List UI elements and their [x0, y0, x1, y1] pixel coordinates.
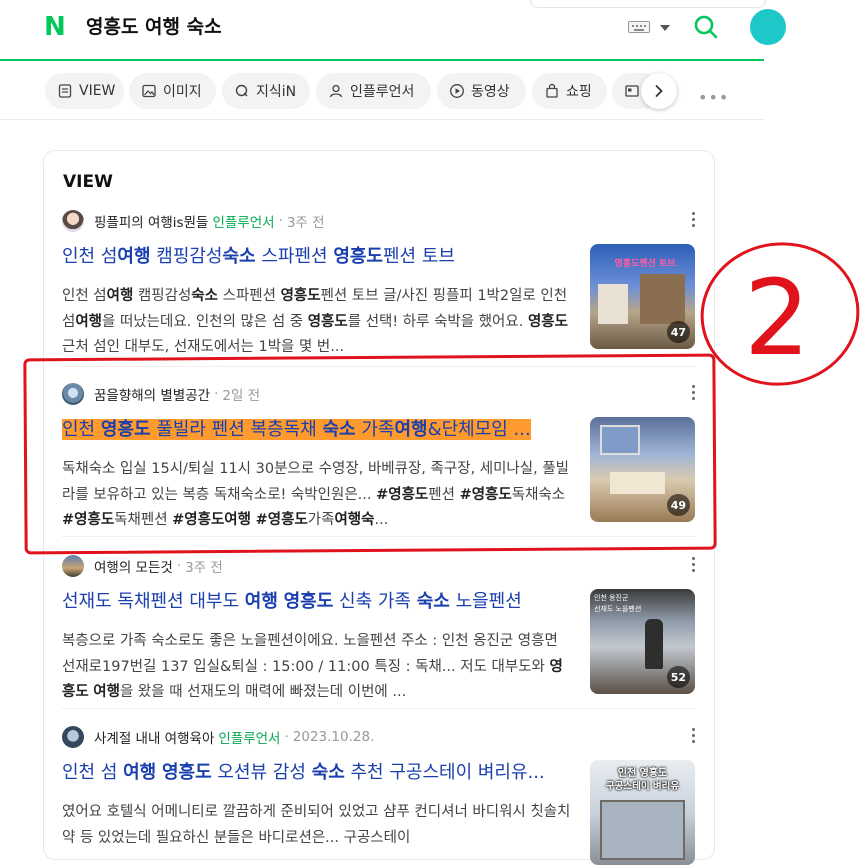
result-item-1: 핑플피의 여행is뭔들 인플루언서 · 3주 전 인천 섬여행 캠핑감성숙소 스…	[62, 210, 696, 360]
q-icon	[235, 84, 248, 97]
separator-dot: ·	[278, 213, 283, 229]
avatar[interactable]	[62, 726, 84, 748]
tab-images[interactable]: 이미지	[129, 73, 216, 109]
divider	[62, 708, 696, 709]
top-bar: N 영흥도 여행 숙소	[0, 0, 864, 60]
tab-label: 지식iN	[256, 84, 297, 100]
annotation-label: 2	[744, 257, 810, 379]
tabs-next-button[interactable]	[641, 73, 677, 109]
result-title[interactable]: 인천 섬여행 캠핑감성숙소 스파펜션 영흥도펜션 토브	[62, 244, 574, 270]
result-thumbnail[interactable]: 영흥도펜션 토브 47	[590, 244, 695, 349]
result-title[interactable]: 선재도 독채펜션 대부도 여행 영흥도 신축 가족 숙소 노을펜션	[62, 589, 574, 615]
naver-logo[interactable]: N	[44, 14, 70, 40]
influencer-badge: 인플루언서	[218, 731, 281, 747]
more-horizontal-icon[interactable]: •••	[698, 88, 729, 107]
separator-dot: ·	[284, 729, 289, 745]
tab-shopping[interactable]: 쇼핑	[532, 73, 607, 109]
result-snippet: 복층으로 가족 숙소로도 좋은 노을펜션이에요. 노을펜션 주소 : 인천 옹진…	[62, 633, 563, 700]
influencer-badge: 인플루언서	[212, 215, 275, 231]
play-icon	[450, 84, 464, 98]
tab-label: 이미지	[163, 84, 202, 100]
result-snippet: 였어요 호텔식 어메니티로 깔끔하게 준비되어 있었고 샴푸 컨디셔너 바디워시…	[62, 804, 571, 846]
document-icon	[58, 84, 72, 98]
person-icon	[329, 84, 343, 98]
result-meta: 핑플피의 여행is뭔들 인플루언서 · 3주 전	[62, 210, 325, 232]
search-query[interactable]: 영흥도 여행 숙소	[86, 14, 222, 40]
author-name[interactable]: 사계절 내내 여행육아	[94, 727, 214, 747]
tab-influencer[interactable]: 인플루언서	[316, 73, 431, 109]
tab-view[interactable]: VIEW	[45, 73, 124, 109]
post-time: 3주 전	[286, 215, 325, 231]
more-vertical-icon[interactable]	[692, 728, 696, 744]
thumbnail-caption: 인천 영흥도	[617, 768, 668, 779]
more-vertical-icon[interactable]	[692, 557, 696, 573]
result-item-4: 사계절 내내 여행육아 인플루언서 · 2023.10.28. 인천 섬 여행 …	[62, 726, 696, 865]
tabs-divider	[0, 119, 764, 120]
image-count-badge: 47	[666, 321, 690, 343]
avatar[interactable]	[62, 555, 84, 577]
result-meta: 여행의 모든것 · 3주 전	[62, 555, 223, 577]
thumbnail-caption: 선재도 노을펜션	[594, 605, 642, 613]
avatar[interactable]	[62, 210, 84, 232]
author-name[interactable]: 핑플피의 여행is뭔들	[94, 211, 208, 231]
author-name[interactable]: 여행의 모든것	[94, 556, 173, 576]
result-thumbnail[interactable]: 인천 영흥도 구공스테이 벼리유	[590, 760, 695, 865]
annotation-number-circle: 2	[700, 242, 860, 386]
image-count-badge: 52	[666, 666, 690, 688]
tab-kin[interactable]: 지식iN	[222, 73, 310, 109]
thumbnail-caption: 구공스테이 벼리유	[605, 781, 680, 792]
post-time: 2023.10.28.	[292, 729, 375, 745]
result-meta: 사계절 내내 여행육아 인플루언서 · 2023.10.28.	[62, 726, 374, 748]
image-icon	[142, 84, 156, 98]
chevron-down-icon[interactable]	[660, 25, 670, 31]
result-title[interactable]: 인천 섬 여행 영흥도 오션뷰 감성 숙소 추천 구공스테이 벼리유...	[62, 760, 574, 786]
bag-icon	[546, 83, 558, 98]
post-time: 3주 전	[185, 560, 223, 576]
thumbnail-caption: 인천 옹진군	[594, 594, 629, 602]
separator-dot: ·	[176, 558, 182, 574]
tab-video[interactable]: 동영상	[437, 73, 526, 109]
user-avatar[interactable]	[750, 9, 786, 45]
keyboard-icon[interactable]	[628, 21, 650, 33]
annotation-highlight-box	[23, 353, 717, 555]
search-tabs: VIEW 이미지 지식iN 인플루언서 동영상 쇼핑 •••	[0, 70, 764, 114]
tab-label: 동영상	[471, 84, 510, 100]
tab-label: 인플루언서	[350, 84, 415, 100]
dropdown-panel-edge	[530, 0, 766, 8]
more-vertical-icon[interactable]	[692, 212, 696, 228]
news-icon	[625, 85, 639, 97]
tab-label: 쇼핑	[566, 84, 592, 100]
search-icon[interactable]	[694, 15, 718, 39]
header-divider	[0, 59, 764, 61]
section-title: VIEW	[63, 172, 113, 192]
thumbnail-caption: 영흥도펜션 토브	[614, 259, 676, 269]
chevron-right-icon	[655, 85, 663, 97]
result-item-3: 여행의 모든것 · 3주 전 선재도 독채펜션 대부도 여행 영흥도 신축 가족…	[62, 555, 696, 705]
result-thumbnail[interactable]: 인천 옹진군 선재도 노을펜션 52	[590, 589, 695, 694]
tab-label: VIEW	[79, 83, 116, 99]
result-snippet: 인천 섬여행 캠핑감성숙소 스파펜션 영흥도펜션 토브 글/사진 핑플피 1박2…	[62, 288, 568, 355]
